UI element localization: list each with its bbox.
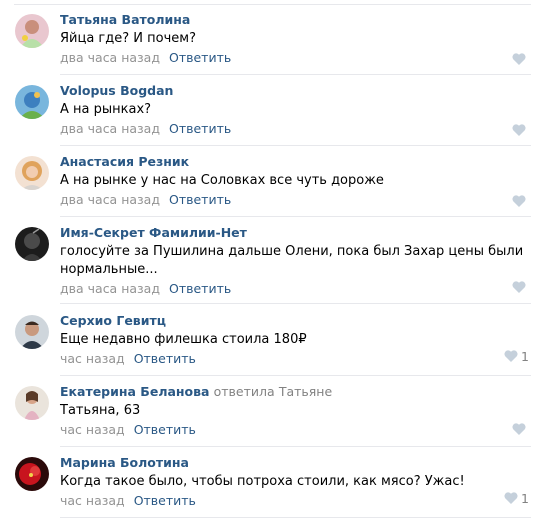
separator	[60, 517, 531, 518]
comment-date[interactable]: два часа назад	[60, 121, 160, 136]
comment-date[interactable]: час назад	[60, 422, 125, 437]
like-button[interactable]: 1	[489, 349, 529, 365]
avatar[interactable]	[15, 156, 49, 190]
author-link[interactable]: Марина Болотина	[60, 455, 189, 470]
avatar[interactable]	[15, 227, 49, 261]
comment-date[interactable]: два часа назад	[60, 50, 160, 65]
comment-text: А на рынках?	[60, 102, 152, 117]
author-link[interactable]: Volopus Bogdan	[60, 83, 173, 98]
replied-label: ответила	[213, 384, 275, 399]
separator	[60, 375, 531, 376]
reply-button[interactable]: Ответить	[134, 493, 196, 508]
heart-icon	[504, 350, 518, 362]
separator	[60, 303, 531, 304]
comment-text: Татьяна, 63	[60, 403, 141, 418]
heart-icon	[512, 281, 526, 293]
separator	[60, 145, 531, 146]
heart-icon	[512, 423, 526, 435]
comment-date[interactable]: час назад	[60, 493, 125, 508]
avatar[interactable]	[15, 85, 49, 119]
separator	[60, 74, 531, 75]
like-button[interactable]	[489, 194, 529, 210]
heart-icon	[512, 53, 526, 65]
like-count: 1	[521, 491, 529, 506]
author-link[interactable]: Серхио Гевитц	[60, 313, 166, 328]
reply-button[interactable]: Ответить	[169, 192, 231, 207]
reply-button[interactable]: Ответить	[169, 281, 231, 296]
separator	[60, 446, 531, 447]
comment-text: Яйца где? И почем?	[60, 31, 196, 46]
heart-icon	[512, 124, 526, 136]
comment-item: Серхио Гевитц Еще недавно филешка стоила…	[0, 313, 545, 376]
author-link[interactable]: Анастасия Резник	[60, 154, 189, 169]
heart-icon	[512, 195, 526, 207]
author-link[interactable]: Имя-Секрет Фамилии-Нет	[60, 225, 247, 240]
like-button[interactable]	[489, 280, 529, 296]
reply-button[interactable]: Ответить	[134, 351, 196, 366]
avatar[interactable]	[15, 14, 49, 48]
top-divider	[14, 0, 531, 5]
avatar[interactable]	[15, 315, 49, 349]
reply-button[interactable]: Ответить	[169, 50, 231, 65]
comment-text: Когда такое было, чтобы потроха стоили, …	[60, 474, 465, 489]
like-button[interactable]	[489, 123, 529, 139]
like-button[interactable]: 1	[489, 491, 529, 507]
reply-button[interactable]: Ответить	[169, 121, 231, 136]
comment-date[interactable]: два часа назад	[60, 281, 160, 296]
comment-item: Имя-Секрет Фамилии-Нет голосуйте за Пуши…	[0, 225, 545, 304]
comment-date[interactable]: час назад	[60, 351, 125, 366]
comment-item: Volopus Bogdan А на рынках? два часа наз…	[0, 83, 545, 146]
comment-date[interactable]: два часа назад	[60, 192, 160, 207]
like-count: 1	[521, 349, 529, 364]
reply-button[interactable]: Ответить	[134, 422, 196, 437]
author-link[interactable]: Екатерина Беланова	[60, 384, 209, 399]
avatar[interactable]	[15, 457, 49, 491]
comment-text: Еще недавно филешка стоила 180₽	[60, 332, 307, 347]
comment-text: А на рынке у нас на Соловках все чуть до…	[60, 173, 384, 188]
comment-item: Марина Болотина Когда такое было, чтобы …	[0, 455, 545, 518]
like-button[interactable]	[489, 422, 529, 438]
reply-to-link[interactable]: Татьяне	[279, 384, 332, 399]
comment-item: Анастасия Резник А на рынке у нас на Сол…	[0, 154, 545, 217]
author-link[interactable]: Татьяна Ватолина	[60, 12, 190, 27]
comment-item: Татьяна Ватолина Яйца где? И почем? два …	[0, 12, 545, 75]
comment-item: Екатерина Беланова ответила Татьяне Тать…	[0, 384, 545, 447]
heart-icon	[504, 492, 518, 504]
avatar[interactable]	[15, 386, 49, 420]
separator	[60, 216, 531, 217]
comment-text: голосуйте за Пушилина дальше Олени, пока…	[60, 244, 524, 277]
like-button[interactable]	[489, 52, 529, 68]
